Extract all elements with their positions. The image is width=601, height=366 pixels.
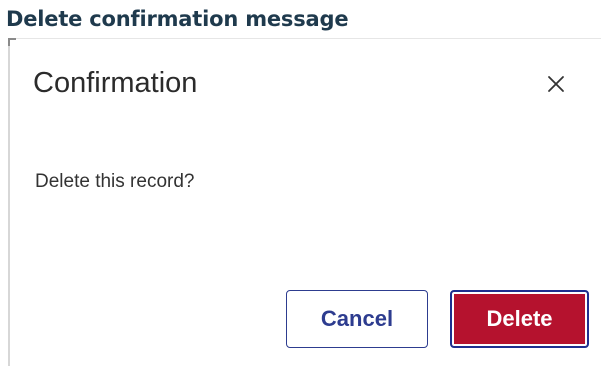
dialog-message: Delete this record? [35, 171, 195, 192]
page-heading: Delete confirmation message [6, 7, 349, 31]
close-icon[interactable] [546, 74, 566, 94]
delete-button[interactable]: Delete [450, 290, 589, 348]
dialog-title: Confirmation [33, 67, 198, 99]
dialog-corner-mark [8, 38, 16, 46]
close-icon-glyph [548, 76, 564, 92]
cancel-button[interactable]: Cancel [286, 290, 428, 348]
confirmation-dialog: Confirmation Delete this record? Cancel … [8, 38, 601, 366]
